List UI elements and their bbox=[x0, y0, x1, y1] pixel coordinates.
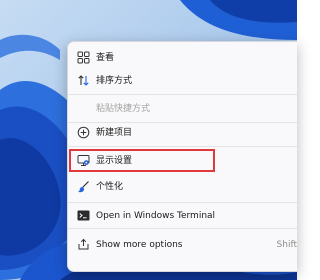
menu-separator bbox=[68, 146, 297, 147]
terminal-icon bbox=[77, 210, 90, 221]
menu-item-open-terminal[interactable]: Open in Windows Terminal bbox=[68, 205, 297, 227]
highlight-annotation-box bbox=[69, 149, 215, 172]
menu-item-shortcut: Shift bbox=[276, 240, 297, 250]
sort-arrows-icon bbox=[78, 75, 89, 86]
menu-item-label: 新建项目 bbox=[96, 128, 133, 138]
menu-item-label: Open in Windows Terminal bbox=[96, 211, 216, 221]
menu-separator bbox=[68, 94, 297, 95]
menu-item-label: 粘贴快捷方式 bbox=[96, 104, 151, 114]
brush-icon bbox=[78, 181, 89, 193]
menu-item-new[interactable]: 新建项目 bbox=[68, 122, 297, 144]
menu-item-paste-shortcut[interactable]: 粘贴快捷方式 bbox=[68, 98, 297, 120]
menu-item-sort-by[interactable]: 排序方式 bbox=[68, 70, 297, 92]
grid-view-icon bbox=[77, 51, 90, 64]
plus-circle-icon bbox=[77, 126, 90, 139]
menu-item-label: 个性化 bbox=[96, 182, 124, 192]
menu-separator bbox=[68, 228, 297, 229]
menu-item-label: 查看 bbox=[96, 53, 115, 63]
menu-item-show-more-options[interactable]: Show more options Shift bbox=[68, 234, 297, 256]
menu-item-personalize[interactable]: 个性化 bbox=[68, 176, 297, 198]
menu-item-label: 排序方式 bbox=[96, 76, 133, 86]
menu-item-view[interactable]: 查看 bbox=[68, 47, 297, 69]
menu-separator bbox=[68, 202, 297, 203]
share-icon bbox=[78, 238, 89, 250]
menu-item-label: Show more options bbox=[96, 240, 183, 250]
